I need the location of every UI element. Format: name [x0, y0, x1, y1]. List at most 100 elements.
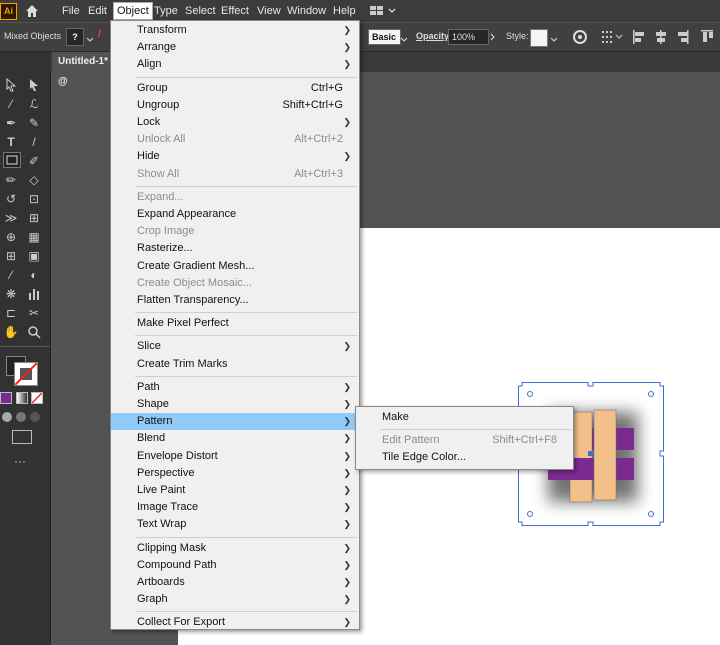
menu-separator: [135, 312, 357, 314]
menu-help[interactable]: Help: [330, 3, 359, 19]
chevron-down-icon[interactable]: [86, 34, 94, 46]
none-mode-icon[interactable]: [31, 392, 43, 404]
menu-object[interactable]: Object: [113, 2, 153, 20]
align-options-icon[interactable]: [602, 31, 624, 46]
slice-tool-icon[interactable]: ✂: [26, 306, 42, 320]
draw-normal-icon[interactable]: [2, 412, 12, 422]
menu-item-blend[interactable]: Blend ❯: [111, 430, 359, 447]
menu-edit[interactable]: Edit: [85, 3, 110, 19]
scale-tool-icon[interactable]: ⊡: [26, 192, 42, 206]
menu-window[interactable]: Window: [284, 3, 329, 19]
menu-file[interactable]: File: [59, 3, 83, 19]
width-tool-icon[interactable]: ≫: [3, 211, 19, 225]
align-right-icon[interactable]: [676, 29, 690, 48]
pen-tool-icon[interactable]: ✒: [3, 116, 19, 130]
stroke-style-select[interactable]: Basic: [368, 29, 401, 45]
column-graph-tool-icon[interactable]: [26, 287, 42, 301]
menu-item-make[interactable]: Make: [356, 409, 573, 426]
menu-item-envelope-distort[interactable]: Envelope Distort ❯: [111, 448, 359, 465]
free-transform-tool-icon[interactable]: ⊞: [26, 211, 42, 225]
hand-tool-icon[interactable]: ✋: [3, 325, 19, 339]
edit-toolbar-icon[interactable]: ···: [14, 454, 26, 468]
menu-item-pattern[interactable]: Pattern ❯: [111, 413, 359, 431]
menu-item-arrange[interactable]: Arrange ❯: [111, 39, 359, 56]
menu-separator: [135, 76, 357, 78]
chevron-right-icon[interactable]: [490, 32, 496, 44]
perspective-grid-tool-icon[interactable]: ▦: [26, 230, 42, 244]
eyedropper-tool-icon[interactable]: ⁄: [3, 268, 19, 282]
menu-item-align[interactable]: Align ❯: [111, 56, 359, 73]
align-left-icon[interactable]: [632, 29, 646, 48]
menu-item-tile-edge-color[interactable]: Tile Edge Color...: [356, 449, 573, 466]
color-mode-icon[interactable]: [0, 392, 12, 404]
shaper-tool-icon[interactable]: ✏: [3, 173, 19, 187]
menu-item-image-trace[interactable]: Image Trace ❯: [111, 499, 359, 516]
workspace-switcher-icon[interactable]: [370, 5, 398, 17]
mesh-tool-icon[interactable]: ⊞: [3, 249, 19, 263]
menu-item-transform[interactable]: Transform ❯: [111, 22, 359, 39]
symbol-sprayer-tool-icon[interactable]: ❋: [3, 287, 19, 301]
curvature-tool-icon[interactable]: ✎: [26, 116, 42, 130]
gradient-tool-icon[interactable]: ▣: [26, 249, 42, 263]
draw-inside-icon[interactable]: [30, 412, 40, 422]
menu-view[interactable]: View: [254, 3, 284, 19]
menu-item-group[interactable]: Group Ctrl+G: [111, 80, 359, 97]
menu-effect[interactable]: Effect: [218, 3, 252, 19]
blend-tool-icon[interactable]: ◐: [26, 268, 42, 282]
selection-tool-icon[interactable]: [3, 77, 19, 92]
shape-builder-tool-icon[interactable]: ⊕: [3, 230, 19, 244]
line-tool-icon[interactable]: /: [26, 135, 42, 149]
menu-item-clipping-mask[interactable]: Clipping Mask ❯: [111, 540, 359, 557]
menu-item-perspective[interactable]: Perspective ❯: [111, 465, 359, 482]
menu-item-compound-path[interactable]: Compound Path ❯: [111, 557, 359, 574]
menu-item-make-pixel-perfect[interactable]: Make Pixel Perfect: [111, 315, 359, 332]
align-center-icon[interactable]: [654, 29, 668, 48]
menu-item-shape[interactable]: Shape ❯: [111, 396, 359, 413]
menu-item-create-trim-marks[interactable]: Create Trim Marks: [111, 356, 359, 373]
menu-item-label: Perspective: [137, 466, 195, 479]
menu-item-live-paint[interactable]: Live Paint ❯: [111, 482, 359, 499]
menu-item-graph[interactable]: Graph ❯: [111, 591, 359, 608]
zoom-tool-icon[interactable]: [26, 325, 42, 339]
type-tool-icon[interactable]: T: [3, 135, 19, 149]
menu-item-path[interactable]: Path ❯: [111, 379, 359, 396]
menu-item-create-gradient-mesh[interactable]: Create Gradient Mesh...: [111, 258, 359, 275]
opacity-label[interactable]: Opacity:: [416, 31, 452, 41]
menu-item-flatten-transparency[interactable]: Flatten Transparency...: [111, 292, 359, 309]
paintbrush-tool-icon[interactable]: ✐: [26, 154, 42, 168]
menu-item-hide[interactable]: Hide ❯: [111, 148, 359, 165]
menu-item-shortcut: Alt+Ctrl+2: [294, 133, 343, 146]
magic-wand-tool-icon[interactable]: ⁄: [3, 97, 19, 111]
chevron-down-icon[interactable]: [400, 34, 408, 46]
menu-item-rasterize[interactable]: Rasterize...: [111, 240, 359, 257]
lasso-tool-icon[interactable]: ℒ: [26, 97, 42, 111]
home-icon[interactable]: [24, 3, 40, 19]
stroke-swatch[interactable]: [14, 362, 38, 386]
gradient-mode-icon[interactable]: [16, 392, 28, 404]
menu-item-artboards[interactable]: Artboards ❯: [111, 574, 359, 591]
menu-type[interactable]: Type: [151, 3, 181, 19]
opacity-input[interactable]: 100%: [448, 29, 489, 45]
align-top-icon[interactable]: [700, 29, 714, 48]
recolor-artwork-icon[interactable]: [572, 29, 588, 48]
screen-mode-icon[interactable]: [12, 430, 32, 444]
chevron-down-icon[interactable]: [550, 34, 558, 46]
graphic-style-swatch[interactable]: [530, 29, 548, 47]
rectangle-tool-icon[interactable]: [3, 152, 21, 168]
rotate-tool-icon[interactable]: ↺: [3, 192, 19, 206]
menu-item-ungroup[interactable]: Ungroup Shift+Ctrl+G: [111, 97, 359, 114]
menu-item-label: Clipping Mask: [137, 541, 207, 554]
artboard-tool-icon[interactable]: ⊏: [3, 306, 19, 320]
menu-item-lock[interactable]: Lock ❯: [111, 114, 359, 131]
eraser-tool-icon[interactable]: ◇: [26, 173, 42, 187]
menu-select[interactable]: Select: [182, 3, 219, 19]
menu-item-collect-for-export[interactable]: Collect For Export ❯: [111, 614, 359, 631]
fill-unknown-icon[interactable]: ?: [66, 28, 84, 46]
draw-behind-icon[interactable]: [16, 412, 26, 422]
menu-item-text-wrap[interactable]: Text Wrap ❯: [111, 516, 359, 533]
direct-selection-tool-icon[interactable]: [26, 78, 42, 92]
document-tab[interactable]: Untitled-1* @: [52, 52, 118, 87]
menu-item-slice[interactable]: Slice ❯: [111, 338, 359, 355]
stroke-none-icon[interactable]: /: [98, 28, 108, 44]
menu-item-expand-appearance[interactable]: Expand Appearance: [111, 206, 359, 223]
